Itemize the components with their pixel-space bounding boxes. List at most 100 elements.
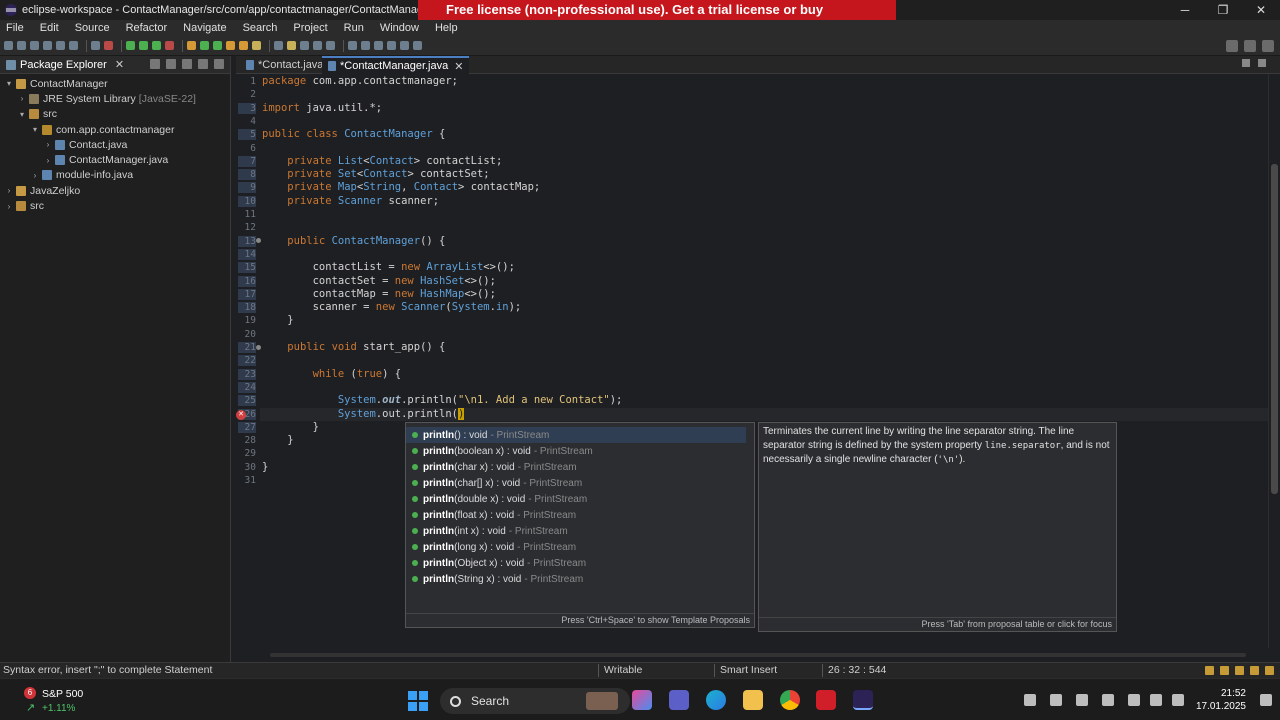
- coverage-icon[interactable]: [152, 41, 161, 50]
- save-icon[interactable]: [17, 41, 26, 50]
- code-line[interactable]: System.out.println("\n1. Add a new Conta…: [262, 394, 623, 407]
- sync-icon[interactable]: [1050, 694, 1062, 706]
- battery-icon[interactable]: [1172, 694, 1184, 706]
- notifications-icon[interactable]: [1260, 694, 1272, 706]
- chevron-up-icon[interactable]: [1024, 694, 1036, 706]
- proposal-item[interactable]: println(int x) : void - PrintStream: [406, 523, 746, 539]
- undo-icon[interactable]: [56, 41, 65, 50]
- proposal-item[interactable]: println(long x) : void - PrintStream: [406, 539, 746, 555]
- collapsed-arrow-icon[interactable]: ›: [43, 156, 53, 165]
- file-explorer-icon[interactable]: [743, 690, 763, 710]
- proposal-item[interactable]: println(boolean x) : void - PrintStream: [406, 443, 746, 459]
- close-button[interactable]: ✕: [1242, 0, 1280, 20]
- tree-item[interactable]: › src: [0, 198, 230, 213]
- tree-item[interactable]: › JRE System Library [JavaSE-22]: [0, 91, 230, 106]
- code-line[interactable]: package com.app.contactmanager;: [262, 75, 458, 88]
- code-line[interactable]: private Set<Contact> contactSet;: [262, 168, 489, 181]
- external-tools-icon[interactable]: [165, 41, 174, 50]
- collapse-all-icon[interactable]: [150, 59, 160, 69]
- proposal-item[interactable]: println() : void - PrintStream: [406, 427, 746, 443]
- terminate-icon[interactable]: [104, 41, 113, 50]
- menu-search[interactable]: Search: [243, 22, 278, 34]
- code-line[interactable]: public class ContactManager {: [262, 128, 445, 141]
- eclipse-taskbar-icon[interactable]: [853, 690, 873, 710]
- proposal-item[interactable]: println(char[] x) : void - PrintStream: [406, 475, 746, 491]
- console-icon[interactable]: [1250, 666, 1259, 675]
- status-cursor-position[interactable]: 26 : 32 : 544: [828, 664, 886, 676]
- chrome-icon[interactable]: [780, 690, 800, 710]
- menu-file[interactable]: File: [6, 22, 24, 34]
- code-line[interactable]: private List<Contact> contactList;: [262, 155, 502, 168]
- notification-icon[interactable]: [1220, 666, 1229, 675]
- error-marker-icon[interactable]: ✕: [236, 410, 246, 420]
- recorder-app-icon[interactable]: [816, 690, 836, 710]
- code-line[interactable]: public void start_app() {: [262, 341, 445, 354]
- new-class-icon[interactable]: [213, 41, 222, 50]
- new-java-project-icon[interactable]: [187, 41, 196, 50]
- proposal-item[interactable]: println(String x) : void - PrintStream: [406, 571, 746, 587]
- maximize-editor-icon[interactable]: [1258, 59, 1266, 67]
- collapsed-arrow-icon[interactable]: ›: [30, 171, 40, 180]
- menu-run[interactable]: Run: [344, 22, 364, 34]
- back-icon[interactable]: [387, 41, 396, 50]
- proposal-item[interactable]: println(double x) : void - PrintStream: [406, 491, 746, 507]
- maximize-view-icon[interactable]: [214, 59, 224, 69]
- pin-icon[interactable]: [413, 41, 422, 50]
- status-insert-mode[interactable]: Smart Insert: [720, 664, 777, 676]
- tree-item[interactable]: ▾ com.app.contactmanager: [0, 122, 230, 137]
- pin-editor-icon[interactable]: [326, 41, 335, 50]
- print-icon[interactable]: [43, 41, 52, 50]
- taskbar-search[interactable]: Search: [440, 688, 630, 714]
- java-perspective-icon[interactable]: [1262, 40, 1274, 52]
- next-annotation-icon[interactable]: [348, 41, 357, 50]
- proposal-item[interactable]: println(float x) : void - PrintStream: [406, 507, 746, 523]
- menu-edit[interactable]: Edit: [40, 22, 59, 34]
- redo-icon[interactable]: [69, 41, 78, 50]
- javadoc-footer[interactable]: Press 'Tab' from proposal table or click…: [759, 617, 1116, 631]
- start-button[interactable]: [408, 691, 428, 711]
- volume-icon[interactable]: [1150, 694, 1162, 706]
- search-icon[interactable]: [1226, 40, 1238, 52]
- heap-icon[interactable]: [1205, 666, 1214, 675]
- scroll-track[interactable]: [270, 653, 1246, 657]
- tree-item[interactable]: › Contact.java: [0, 137, 230, 152]
- collapsed-arrow-icon[interactable]: ›: [4, 202, 14, 211]
- code-line[interactable]: contactSet = new HashSet<>();: [262, 275, 496, 288]
- close-tab-icon[interactable]: ✕: [454, 60, 463, 73]
- microphone-icon[interactable]: [1102, 694, 1114, 706]
- task-icon[interactable]: [1235, 666, 1244, 675]
- forward-icon[interactable]: [400, 41, 409, 50]
- minimize-editor-icon[interactable]: [1242, 59, 1250, 67]
- code-line[interactable]: contactMap = new HashMap<>();: [262, 288, 496, 301]
- collapsed-arrow-icon[interactable]: ›: [4, 186, 14, 195]
- code-line[interactable]: import java.util.*;: [262, 102, 382, 115]
- open-type-icon[interactable]: [226, 41, 235, 50]
- open-task-icon[interactable]: [239, 41, 248, 50]
- tab-contactmanager-java[interactable]: *ContactManager.java ✕: [322, 56, 470, 74]
- skip-breakpoints-icon[interactable]: [91, 41, 100, 50]
- clock[interactable]: 21:52 17.01.2025: [1186, 687, 1246, 713]
- tree-item[interactable]: ▾ src: [0, 107, 230, 122]
- menu-window[interactable]: Window: [380, 22, 419, 34]
- debug-icon[interactable]: [126, 41, 135, 50]
- code-line[interactable]: contactList = new ArrayList<>();: [262, 261, 515, 274]
- wifi-icon[interactable]: [1128, 694, 1140, 706]
- horizontal-scrollbar[interactable]: [260, 650, 1256, 660]
- toggle-markers-icon[interactable]: [274, 41, 283, 50]
- problems-icon[interactable]: [1265, 666, 1274, 675]
- collapsed-arrow-icon[interactable]: ›: [43, 140, 53, 149]
- expanded-arrow-icon[interactable]: ▾: [4, 79, 14, 88]
- minimize-button[interactable]: ─: [1166, 0, 1204, 20]
- open-perspective-icon[interactable]: [1244, 40, 1256, 52]
- proposal-item[interactable]: println(Object x) : void - PrintStream: [406, 555, 746, 571]
- code-line[interactable]: private Scanner scanner;: [262, 195, 439, 208]
- code-line[interactable]: public ContactManager() {: [262, 235, 445, 248]
- maximize-button[interactable]: ❐: [1204, 0, 1242, 20]
- tree-item[interactable]: › module-info.java: [0, 168, 230, 183]
- run-icon[interactable]: [139, 41, 148, 50]
- menu-help[interactable]: Help: [435, 22, 458, 34]
- tree-item[interactable]: ▾ ContactManager: [0, 76, 230, 91]
- menu-navigate[interactable]: Navigate: [183, 22, 226, 34]
- copilot-icon[interactable]: [632, 690, 652, 710]
- code-line[interactable]: }: [262, 461, 268, 474]
